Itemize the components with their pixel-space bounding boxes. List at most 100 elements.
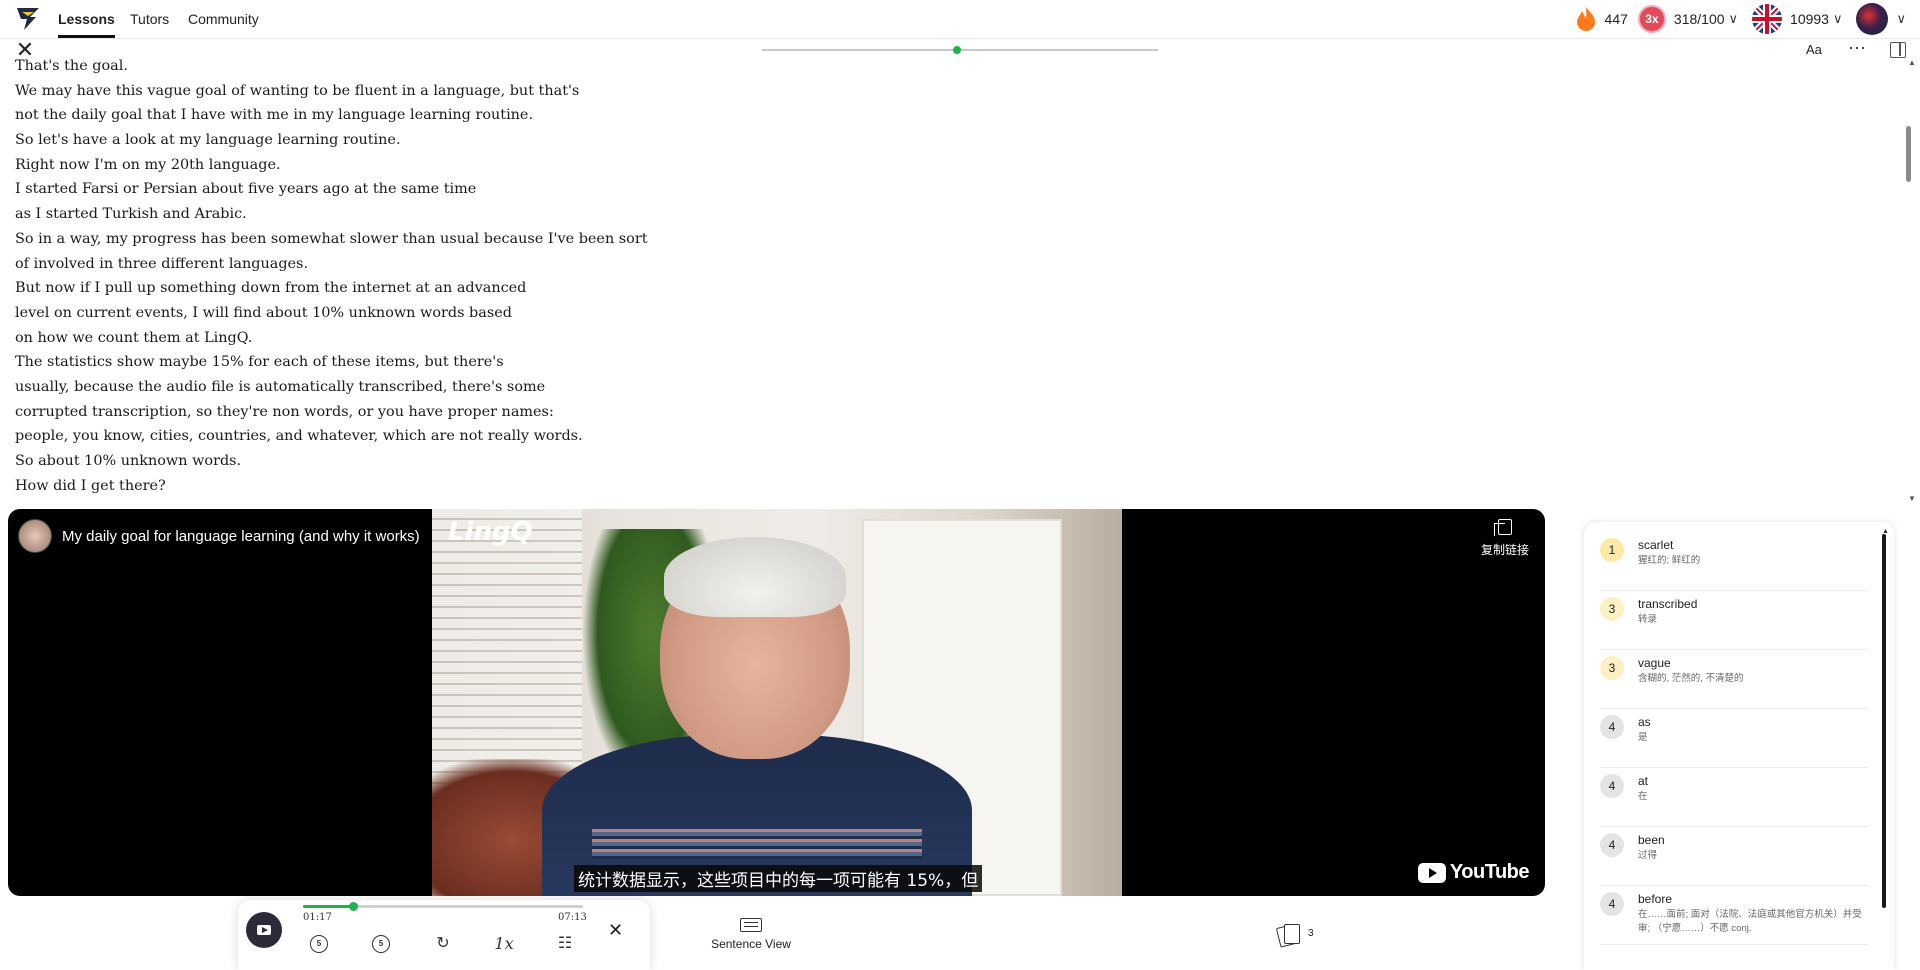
youtube-play-icon: [1417, 862, 1446, 883]
streak-count[interactable]: 447: [1605, 11, 1628, 27]
close-player-icon[interactable]: ✕: [608, 920, 623, 941]
vocab-level-badge[interactable]: 4: [1600, 715, 1624, 739]
vocab-word: at: [1638, 774, 1649, 788]
vocab-item[interactable]: 4 as 是: [1600, 709, 1868, 768]
video-scene-person-hair: [664, 537, 846, 617]
playback-knob[interactable]: [349, 902, 359, 911]
copy-link-button[interactable]: 复制链接: [1481, 519, 1529, 558]
tab-lessons[interactable]: Lessons: [58, 0, 115, 38]
subtitles-icon[interactable]: ☷: [552, 931, 578, 957]
vocab-panel: 1 scarlet 猩红的; 鲜红的 3 transcribed 转录 3 vague 含糊的,…: [1584, 522, 1894, 970]
vocab-word: transcribed: [1638, 597, 1698, 611]
vocab-item[interactable]: 4 at 在: [1600, 768, 1868, 827]
vocab-scrollbar[interactable]: [1882, 534, 1886, 908]
lesson-text-line[interactable]: on how we count them at LingQ.: [15, 326, 715, 351]
vocab-item[interactable]: 4 been 过得: [1600, 827, 1868, 886]
channel-avatar[interactable]: [18, 519, 52, 553]
sidebar-toggle-icon[interactable]: [1890, 42, 1906, 58]
vocab-word: vague: [1638, 656, 1671, 670]
youtube-logo[interactable]: YouTube: [1417, 861, 1530, 884]
vocab-level-badge[interactable]: 4: [1600, 833, 1624, 857]
rewind-icon: 5: [310, 935, 328, 953]
lesson-text-line[interactable]: corrupted transcription, so they're non …: [15, 400, 715, 425]
video-subtitle: 统计数据显示，这些项目中的每一项可能有 15%，但: [574, 865, 983, 892]
vocab-level-badge[interactable]: 1: [1600, 538, 1624, 562]
vocab-word: before: [1638, 892, 1673, 906]
chevron-down-icon[interactable]: ∨: [1729, 11, 1739, 27]
vocab-translation: 含糊的, 茫然的, 不清楚的: [1638, 673, 1744, 684]
lesson-text-line[interactable]: not the daily goal that I have with me i…: [15, 103, 715, 128]
vocab-translation: 是: [1638, 732, 1648, 743]
lesson-text-line[interactable]: usually, because the audio file is autom…: [15, 375, 715, 400]
lesson-text-line[interactable]: So in a way, my progress has been somewh…: [15, 227, 715, 252]
video-frame: [432, 509, 1122, 896]
lesson-text-line[interactable]: We may have this vague goal of wanting t…: [15, 79, 715, 104]
vocab-level-badge[interactable]: 4: [1600, 892, 1624, 916]
current-time: 01:17: [303, 912, 332, 923]
vocab-translation: 过得: [1638, 850, 1658, 861]
multiplier-badge[interactable]: 3x: [1637, 5, 1666, 33]
vocab-item[interactable]: 3 vague 含糊的, 茫然的, 不清楚的: [1600, 650, 1868, 709]
video-toggle-button[interactable]: [246, 912, 282, 948]
speed-button[interactable]: 1x: [491, 931, 517, 957]
vocab-level-badge[interactable]: 4: [1600, 774, 1624, 798]
lesson-text-line[interactable]: How did I get there?: [15, 474, 715, 499]
lingq-logo-icon[interactable]: [14, 4, 42, 32]
review-cards-button[interactable]: 3: [1275, 922, 1314, 948]
cards-count: 3: [1308, 927, 1314, 939]
lesson-text-line[interactable]: level on current events, I will find abo…: [15, 301, 715, 326]
forward-5-button[interactable]: 5: [368, 931, 394, 957]
vocab-item[interactable]: 1 scarlet 猩红的; 鲜红的: [1600, 532, 1868, 591]
video-title[interactable]: My daily goal for language learning (and…: [62, 528, 420, 545]
lesson-text-line[interactable]: I started Farsi or Persian about five ye…: [15, 177, 715, 202]
top-nav: Lessons Tutors Community 447 3x 318/100 …: [0, 0, 1920, 39]
uk-flag-icon[interactable]: [1752, 4, 1783, 34]
lesson-text-line[interactable]: people, you know, cities, countries, and…: [15, 424, 715, 449]
audio-player: 01:17 07:13 5 5 ↻ 1x ☷ ✕: [238, 900, 650, 970]
vocab-translation: 转录: [1638, 614, 1658, 625]
lesson-text-line[interactable]: But now if I pull up something down from…: [15, 276, 715, 301]
lesson-text[interactable]: That's the goal. We may have this vague g…: [15, 54, 715, 506]
rewind-5-button[interactable]: 5: [306, 931, 332, 957]
vocab-translation: 猩红的; 鲜红的: [1638, 555, 1701, 566]
vocab-translation: 在: [1638, 791, 1648, 802]
tab-tutors[interactable]: Tutors: [130, 0, 169, 38]
tab-community[interactable]: Community: [188, 0, 259, 38]
vocab-translation: 在……面前; 面对（法院、法庭或其他官方机关）并受审; （宁愿……）不愿 con…: [1638, 909, 1862, 934]
lingq-watermark: LingQ: [448, 517, 533, 547]
scroll-up-icon[interactable]: ▲: [1908, 58, 1916, 67]
repeat-icon[interactable]: ↻: [430, 931, 456, 957]
chevron-down-icon[interactable]: ∨: [1896, 11, 1906, 27]
video-player[interactable]: LingQ My daily goal for language learnin…: [8, 509, 1545, 896]
vocab-item[interactable]: 4 before 在……面前; 面对（法院、法庭或其他官方机关）并受审; （宁愿………: [1600, 886, 1868, 945]
vocab-level-badge[interactable]: 3: [1600, 597, 1624, 621]
vocab-word: been: [1638, 833, 1665, 847]
youtube-label: YouTube: [1449, 861, 1530, 883]
lesson-text-line[interactable]: The statistics show maybe 15% for each o…: [15, 350, 715, 375]
font-settings-button[interactable]: Aa: [1806, 42, 1822, 57]
lesson-text-line[interactable]: of involved in three different languages…: [15, 252, 715, 277]
lesson-text-line[interactable]: That's the goal.: [15, 54, 715, 79]
playback-track[interactable]: [303, 902, 583, 911]
sentence-view-button[interactable]: Sentence View: [706, 918, 796, 951]
vocab-word: scarlet: [1638, 538, 1674, 552]
avatar[interactable]: [1856, 3, 1889, 35]
vocab-word: as: [1638, 715, 1651, 729]
lesson-progress-bar[interactable]: [762, 46, 1158, 54]
lesson-text-line[interactable]: as I started Turkish and Arabic.: [15, 202, 715, 227]
daily-goal[interactable]: 318/100: [1674, 11, 1725, 27]
chevron-down-icon[interactable]: ∨: [1833, 11, 1843, 27]
flame-icon[interactable]: [1575, 6, 1597, 32]
lesson-text-line[interactable]: So about 10% unknown words.: [15, 449, 715, 474]
playback-fill: [303, 905, 354, 908]
lesson-text-line[interactable]: Right now I'm on my 20th language.: [15, 153, 715, 178]
scroll-down-icon[interactable]: ▼: [1908, 494, 1916, 503]
lesson-text-line[interactable]: So let's have a look at my language lear…: [15, 128, 715, 153]
lesson-progress-knob[interactable]: [953, 46, 961, 54]
vocab-level-badge[interactable]: 3: [1600, 656, 1624, 680]
known-words-count[interactable]: 10993: [1790, 11, 1829, 27]
vocab-item[interactable]: 3 transcribed 转录: [1600, 591, 1868, 650]
reader-scrollbar[interactable]: [1906, 126, 1911, 182]
cards-icon: [1275, 922, 1300, 948]
more-options-icon[interactable]: ⋯: [1848, 38, 1867, 59]
